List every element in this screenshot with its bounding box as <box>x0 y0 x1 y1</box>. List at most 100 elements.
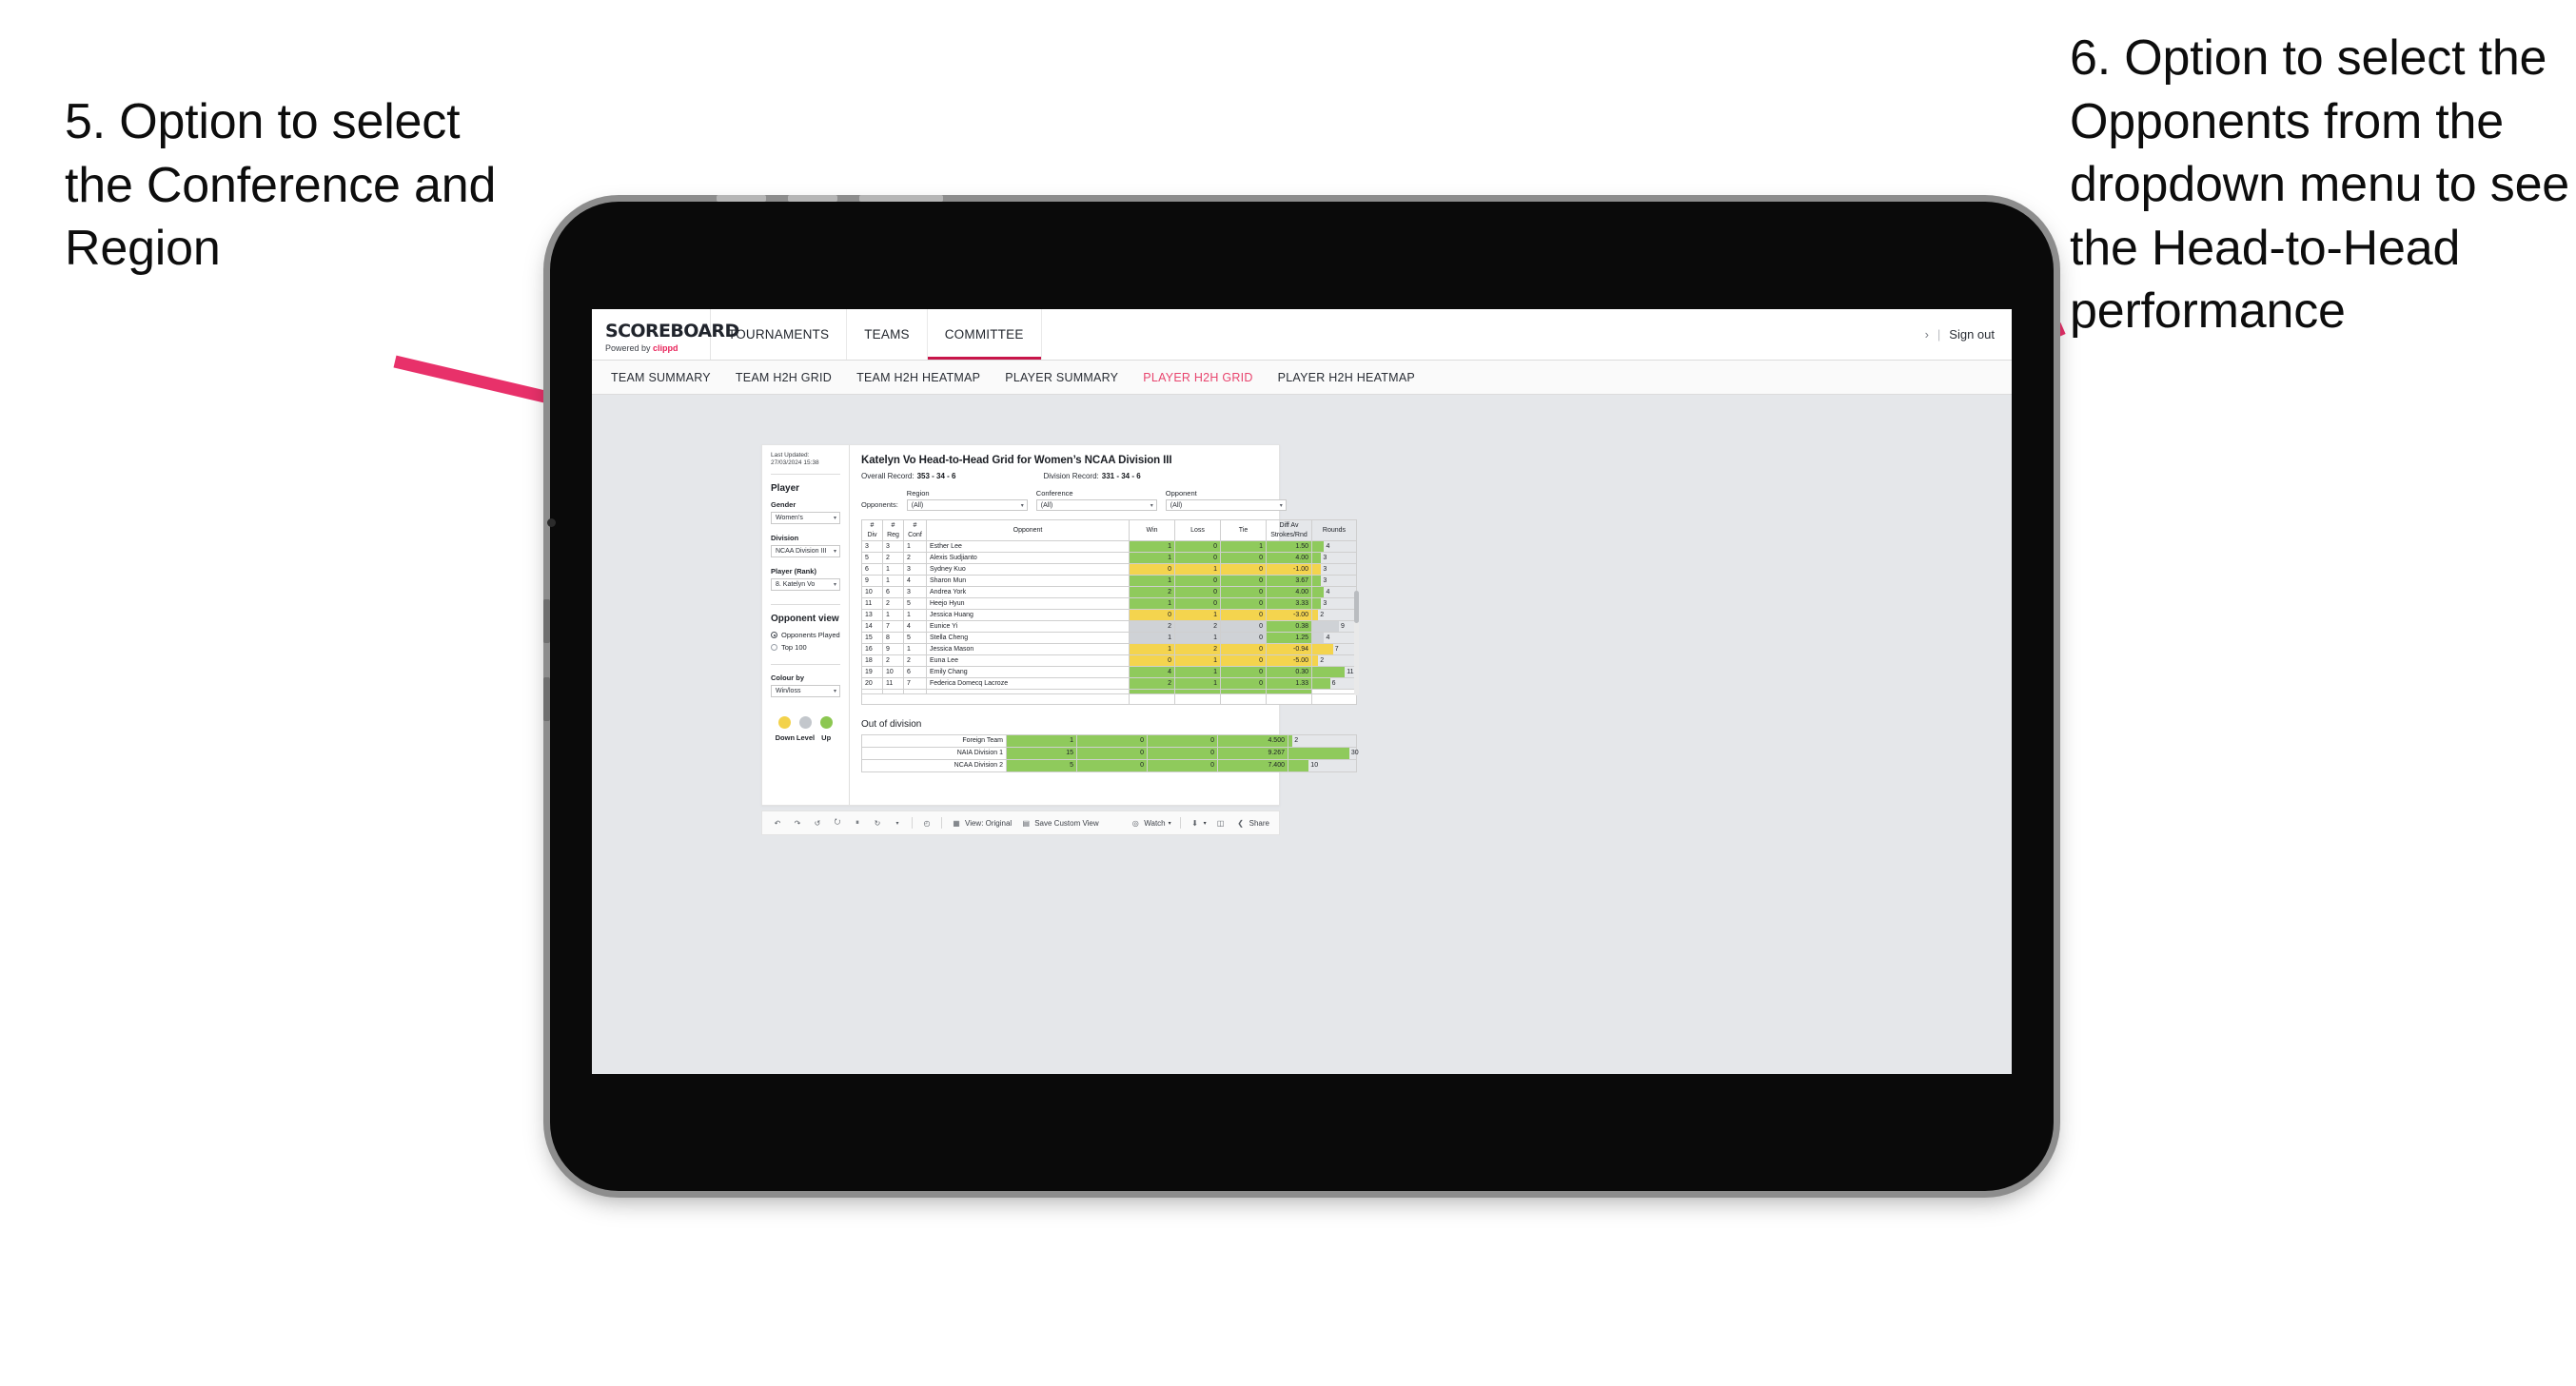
share-button[interactable]: ❮ Share <box>1235 817 1269 829</box>
tab-team-summary[interactable]: TEAM SUMMARY <box>611 371 711 384</box>
radio-top-100[interactable]: Top 100 <box>771 643 840 652</box>
device-camera <box>547 518 556 527</box>
brand-logo[interactable]: SCOREBOARD Powered by clippd <box>592 309 739 360</box>
cell-conf: 3 <box>903 586 927 598</box>
watch-button[interactable]: ◎ Watch ▾ <box>1130 817 1171 829</box>
history-icon[interactable]: ◴ <box>921 817 933 829</box>
table-row[interactable]: 9 1 4 Sharon Mun 1 0 0 3.67 3 <box>861 575 1357 587</box>
rounds-value: 4 <box>1326 634 1330 641</box>
cell-diff: 1.33 <box>1266 677 1312 690</box>
col-diff[interactable]: Diff Av Strokes/Rnd <box>1266 519 1312 541</box>
sign-out-link[interactable]: Sign out <box>1949 327 1995 342</box>
fullscreen-icon[interactable]: ◫ <box>1215 817 1227 829</box>
cell-rounds: 30 <box>1288 747 1359 760</box>
filters-sidebar: Last Updated: 27/03/2024 15:38 Player Ge… <box>762 445 850 805</box>
cell-reg: 9 <box>882 643 904 655</box>
device-button-top-3 <box>859 195 943 202</box>
tab-team-h2h-heatmap[interactable]: TEAM H2H HEATMAP <box>856 371 980 384</box>
tab-player-h2h-grid[interactable]: PLAYER H2H GRID <box>1143 371 1252 384</box>
cell-loss: 0 <box>1174 575 1221 587</box>
radio-icon-unselected <box>771 644 777 652</box>
cell-diff: -1.00 <box>1266 563 1312 576</box>
rounds-bar <box>1312 621 1340 632</box>
cell-loss: 0 <box>1076 747 1148 760</box>
annotation-left-text: 5. Option to select the Conference and R… <box>65 94 497 277</box>
table-row[interactable]: 13 1 1 Jessica Huang 0 1 0 -3.00 2 <box>861 609 1357 621</box>
powered-prefix: Powered by <box>605 343 654 353</box>
col-opponent[interactable]: Opponent <box>926 519 1130 541</box>
device-volume-up-button <box>543 599 550 643</box>
table-row[interactable]: NAIA Division 1 15 0 0 9.267 30 <box>861 747 1359 760</box>
cell-group-name: Foreign Team <box>861 734 1007 748</box>
table-row[interactable]: 14 7 4 Eunice Yi 2 2 0 0.38 9 <box>861 620 1357 633</box>
cell-tie: 0 <box>1147 747 1218 760</box>
tab-player-summary[interactable]: PLAYER SUMMARY <box>1005 371 1118 384</box>
tab-player-h2h-heatmap[interactable]: PLAYER H2H HEATMAP <box>1278 371 1415 384</box>
chevron-down-icon[interactable]: ▾ <box>892 817 903 829</box>
rounds-bar <box>1312 553 1322 563</box>
blank-rounds <box>1311 693 1357 705</box>
table-row[interactable]: 10 6 3 Andrea York 2 0 0 4.00 4 <box>861 586 1357 598</box>
download-button[interactable]: ⬇ ▾ <box>1190 817 1206 829</box>
gender-select[interactable]: Women’s ▾ <box>771 512 840 525</box>
nav-tab-tournaments[interactable]: TOURNAMENTS <box>711 309 848 360</box>
col-tie[interactable]: Tie <box>1220 519 1267 541</box>
rounds-value: 3 <box>1323 577 1327 584</box>
col-rounds[interactable]: Rounds <box>1311 519 1357 541</box>
region-filter: Region (All) ▾ <box>906 489 1028 511</box>
pause-auto-update-icon[interactable]: ⏸ <box>852 817 863 829</box>
opponent-label: Opponent <box>1165 489 1197 498</box>
opponent-select[interactable]: (All) ▾ <box>1165 499 1287 511</box>
table-row[interactable]: 20 11 7 Federica Domecq Lacroze 2 1 0 1.33 6 <box>861 677 1357 690</box>
radio-opponents-played[interactable]: Opponents Played <box>771 631 840 639</box>
cell-conf: 4 <box>903 620 927 633</box>
table-row[interactable]: 11 2 5 Heejo Hyun 1 0 0 3.33 3 <box>861 597 1357 610</box>
sub-navigation: TEAM SUMMARY TEAM H2H GRID TEAM H2H HEAT… <box>592 361 2012 395</box>
revert-icon[interactable]: ↺ <box>812 817 823 829</box>
table-row[interactable]: 3 3 1 Esther Lee 1 0 1 1.50 4 <box>861 540 1357 553</box>
scrollbar-thumb[interactable] <box>1354 591 1359 623</box>
chevron-right-icon[interactable]: › <box>1925 327 1929 342</box>
rounds-bar <box>1312 655 1319 666</box>
colour-by-select[interactable]: Win/loss ▾ <box>771 685 840 698</box>
table-row[interactable]: 19 10 6 Emily Chang 4 1 0 0.30 11 <box>861 666 1357 678</box>
table-row[interactable]: 6 1 3 Sydney Kuo 0 1 0 -1.00 3 <box>861 563 1357 576</box>
col-loss[interactable]: Loss <box>1174 519 1221 541</box>
redo-icon[interactable]: ↷ <box>792 817 803 829</box>
overall-record: Overall Record: 353 - 34 - 6 <box>861 472 956 480</box>
cell-reg: 7 <box>882 620 904 633</box>
nav-tab-committee[interactable]: COMMITTEE <box>927 309 1042 360</box>
rounds-value: 7 <box>1334 646 1339 653</box>
col-conf[interactable]: # Conf <box>903 519 927 541</box>
undo-icon[interactable]: ↶ <box>772 817 783 829</box>
cell-tie: 0 <box>1147 734 1218 748</box>
table-row[interactable]: 5 2 2 Alexis Sudjianto 1 0 0 4.00 3 <box>861 552 1357 564</box>
rounds-value: 4 <box>1326 543 1330 550</box>
table-row[interactable]: Foreign Team 1 0 0 4.500 2 <box>861 734 1357 748</box>
refresh-icon[interactable]: ⭮ <box>832 817 843 829</box>
cell-win: 1 <box>1129 540 1175 553</box>
blank-tie <box>1220 693 1267 705</box>
clear-sheet-icon[interactable]: ↻ <box>872 817 883 829</box>
player-rank-select[interactable]: 8. Katelyn Vo ▾ <box>771 578 840 592</box>
cell-reg: 2 <box>882 597 904 610</box>
save-custom-view-button[interactable]: ▤ Save Custom View <box>1020 817 1098 829</box>
table-scrollbar[interactable] <box>1354 591 1359 695</box>
conference-select[interactable]: (All) ▾ <box>1035 499 1157 511</box>
col-reg[interactable]: # Reg <box>882 519 904 541</box>
cell-win: 15 <box>1006 747 1077 760</box>
col-win[interactable]: Win <box>1129 519 1175 541</box>
region-select[interactable]: (All) ▾ <box>906 499 1028 511</box>
view-original-button[interactable]: ▦ View: Original <box>951 817 1012 829</box>
col-div[interactable]: # Div <box>861 519 883 541</box>
division-select[interactable]: NCAA Division III ▾ <box>771 545 840 558</box>
table-row[interactable]: NCAA Division 2 5 0 0 7.400 10 <box>861 759 1357 772</box>
records-row: Overall Record: 353 - 34 - 6 Division Re… <box>861 472 1357 480</box>
table-row[interactable]: 18 2 2 Euna Lee 0 1 0 -5.00 2 <box>861 654 1357 667</box>
table-row[interactable]: 15 8 5 Stella Cheng 1 1 0 1.25 4 <box>861 632 1357 644</box>
table-row[interactable]: 16 9 1 Jessica Mason 1 2 0 -0.94 7 <box>861 643 1357 655</box>
tab-team-h2h-grid[interactable]: TEAM H2H GRID <box>736 371 832 384</box>
nav-tab-teams[interactable]: TEAMS <box>847 309 928 360</box>
